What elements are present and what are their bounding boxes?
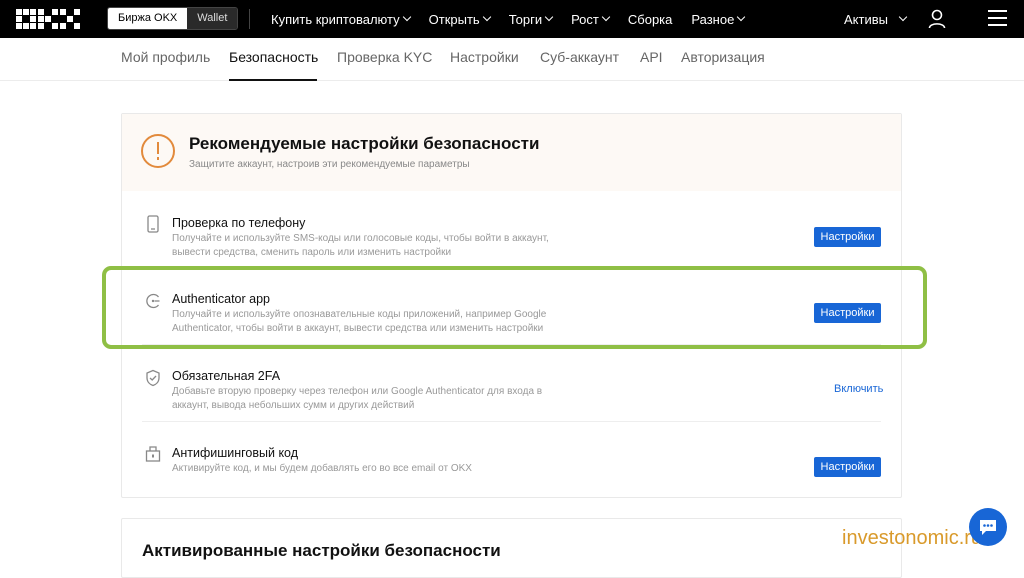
okx-logo-mark (16, 9, 80, 29)
warning-icon (141, 134, 175, 168)
authenticator-highlight-frame (102, 266, 927, 349)
nav-buy-crypto[interactable]: Купить криптовалюту (271, 11, 411, 27)
tab-subaccount[interactable]: Суб-аккаунт (540, 49, 619, 65)
chevron-down-icon (482, 12, 491, 22)
nav-divider (249, 9, 250, 29)
exchange-switch-button[interactable]: Биржа OKX (108, 8, 188, 29)
chevron-down-icon (402, 12, 411, 22)
anti-phishing-icon (145, 446, 161, 462)
shield-icon (146, 369, 160, 387)
recommended-subtitle: Защитите аккаунт, настроив эти рекоменду… (189, 159, 470, 170)
user-icon[interactable] (928, 9, 946, 29)
nav-grow-label: Рост (571, 11, 599, 27)
nav-build[interactable]: Сборка (628, 12, 673, 27)
tab-kyc[interactable]: Проверка KYC (337, 49, 432, 65)
tab-authorization[interactable]: Авторизация (681, 49, 765, 65)
site-watermark: investonomic.ru (842, 527, 983, 549)
recommended-header: Рекомендуемые настройки безопасности Защ… (122, 114, 901, 191)
nav-trade-label: Торги (508, 11, 543, 27)
mandatory-2fa-title: Обязательная 2FA (172, 369, 281, 383)
nav-buy-crypto-label: Купить криптовалюту (271, 11, 400, 27)
nav-discover[interactable]: Открыть (428, 11, 491, 27)
hamburger-menu-icon[interactable] (988, 10, 1007, 26)
mandatory-2fa-desc: Добавьте вторую проверку через телефон и… (172, 386, 543, 411)
tab-api[interactable]: API (640, 49, 663, 65)
chat-bubble-icon (980, 520, 996, 535)
wallet-switch-button[interactable]: Wallet (187, 8, 238, 29)
chat-support-icon[interactable] (969, 508, 1007, 546)
nav-discover-label: Открыть (428, 11, 480, 27)
exchange-wallet-switch: Биржа OKX Wallet (107, 7, 239, 30)
anti-phishing-desc: Активируйте код, и мы будем добавлять ег… (172, 463, 472, 474)
chevron-down-icon (898, 12, 908, 22)
nav-build-label: Сборка (627, 11, 673, 27)
activated-security-card: Активированные настройки безопасности (121, 518, 902, 578)
phone-settings-button[interactable]: Настройки (814, 227, 881, 247)
tab-my-profile[interactable]: Мой профиль (121, 49, 210, 65)
anti-phishing-settings-button[interactable]: Настройки (814, 457, 881, 477)
list-item-mandatory-2fa: Обязательная 2FA Добавьте вторую проверк… (122, 344, 901, 421)
active-tab-indicator (229, 79, 317, 81)
nav-more[interactable]: Разное (691, 11, 746, 27)
tab-settings[interactable]: Настройки (450, 49, 519, 65)
phone-icon (147, 215, 159, 233)
chevron-down-icon (544, 12, 554, 22)
anti-phishing-title: Антифишинговый код (172, 446, 299, 460)
okx-logo[interactable] (16, 9, 80, 29)
recommended-title: Рекомендуемые настройки безопасности (189, 134, 540, 153)
phone-verification-title: Проверка по телефону (172, 216, 306, 230)
chevron-down-icon (737, 12, 746, 22)
list-item-anti-phishing: Антифишинговый код Активируйте код, и мы… (122, 421, 901, 498)
nav-grow[interactable]: Рост (571, 11, 611, 27)
activated-title: Активированные настройки безопасности (142, 541, 501, 560)
main-nav: Купить криптовалюту Открыть Торги Рост С… (271, 0, 763, 38)
nav-trade[interactable]: Торги (508, 11, 554, 27)
assets-menu[interactable]: Активы (844, 0, 908, 38)
chevron-down-icon (601, 12, 611, 22)
tab-security[interactable]: Безопасность (229, 49, 318, 65)
assets-label: Активы (844, 11, 888, 27)
top-navigation-bar: Биржа OKX Wallet Купить криптовалюту Отк… (0, 0, 1024, 38)
phone-verification-desc: Получайте и используйте SMS-коды или гол… (172, 233, 549, 258)
profile-tabs: Мой профиль Безопасность Проверка KYC На… (0, 38, 1024, 81)
nav-more-label: Разное (691, 11, 735, 27)
list-item-phone-verification: Проверка по телефону Получайте и использ… (122, 191, 901, 268)
enable-2fa-link[interactable]: Включить (834, 383, 883, 395)
